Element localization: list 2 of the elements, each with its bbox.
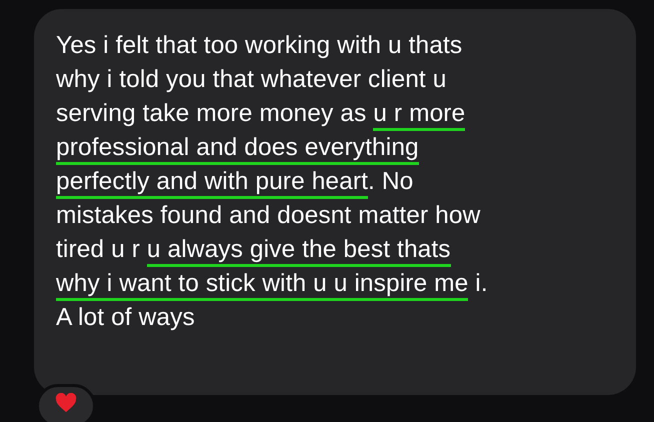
message-text: Yes i felt that too working with u thats why i told you that whatever client u serving take more money as u r more professional and does everything perfectly and with pure heart. No mistakes found and doesnt matter how tired u r u always give the best thats why i want to stick with u u inspire me i. A lot of ways — [56, 31, 489, 333]
heart-icon — [55, 393, 77, 413]
